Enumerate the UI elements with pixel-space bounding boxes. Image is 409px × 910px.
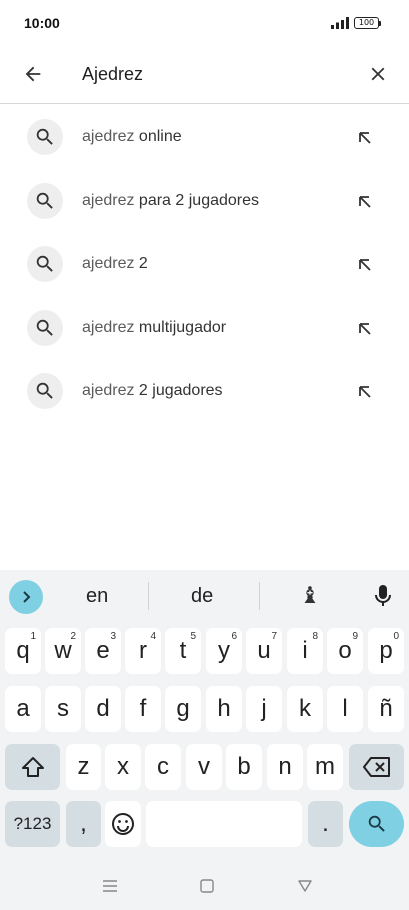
key-s[interactable]: s	[45, 686, 81, 732]
status-bar: 10:00 100	[0, 0, 409, 46]
key-k[interactable]: k	[287, 686, 323, 732]
battery-icon: 100	[354, 17, 381, 29]
search-input[interactable]	[82, 60, 342, 88]
search-icon	[27, 182, 63, 219]
suggestion-text: ajedrez multijugador	[82, 318, 227, 336]
emoji-icon	[112, 813, 134, 835]
period-key[interactable]: .	[308, 801, 343, 847]
chess-piece-emoji-suggestion[interactable]: ♝	[298, 582, 322, 610]
back-button[interactable]	[18, 59, 48, 89]
fill-query-arrow-icon[interactable]	[354, 191, 376, 213]
space-key[interactable]	[146, 801, 302, 847]
suggestion-text: ajedrez online	[82, 128, 182, 145]
key-w[interactable]: w2	[45, 628, 81, 674]
search-icon	[27, 309, 63, 346]
key-i[interactable]: i8	[287, 628, 323, 674]
fill-query-arrow-icon[interactable]	[354, 318, 376, 340]
chevron-right-icon	[23, 591, 31, 603]
key-o[interactable]: o9	[327, 628, 363, 674]
key-r[interactable]: r4	[125, 628, 161, 674]
key-p[interactable]: p0	[368, 628, 404, 674]
recents-button[interactable]	[96, 874, 124, 898]
search-icon	[368, 815, 385, 832]
microphone-button[interactable]	[371, 582, 395, 610]
search-icon	[27, 373, 63, 409]
shift-icon	[21, 757, 44, 777]
back-triangle-icon	[298, 880, 312, 892]
backspace-key[interactable]	[349, 744, 404, 790]
key-u[interactable]: u7	[246, 628, 282, 674]
arrow-back-icon	[25, 66, 41, 82]
symbols-key[interactable]: ?123	[5, 801, 60, 847]
keyboard: en de ♝ q1 w2 e3 r4 t5 y6 u7 i8 o9 p0 a …	[0, 570, 409, 910]
key-z[interactable]: z	[66, 744, 101, 790]
key-g[interactable]: g	[165, 686, 201, 732]
shift-key[interactable]	[5, 744, 60, 790]
key-e[interactable]: e3	[85, 628, 121, 674]
key-n[interactable]: n	[267, 744, 303, 790]
fill-query-arrow-icon[interactable]	[354, 381, 376, 403]
suggestion-text: ajedrez 2	[82, 255, 148, 272]
home-button[interactable]	[193, 874, 221, 898]
keyboard-suggestion-en[interactable]: en	[86, 585, 108, 608]
suggestion-item[interactable]: ajedrez para 2 jugadores	[0, 170, 409, 234]
key-h[interactable]: h	[206, 686, 242, 732]
suggestion-text: ajedrez para 2 jugadores	[82, 191, 260, 209]
close-icon	[371, 67, 385, 81]
suggestion-text: ajedrez 2 jugadores	[82, 382, 223, 399]
key-j[interactable]: j	[246, 686, 282, 732]
key-a[interactable]: a	[5, 686, 41, 732]
comma-key[interactable]: ,	[66, 801, 101, 847]
suggestion-list: ajedrez online ajedrez para 2 jugadores …	[0, 106, 409, 424]
key-l[interactable]: l	[327, 686, 363, 732]
suggestion-divider	[259, 582, 260, 610]
fill-query-arrow-icon[interactable]	[354, 127, 376, 149]
clear-search-button[interactable]	[363, 59, 393, 89]
key-t[interactable]: t5	[165, 628, 201, 674]
emoji-key[interactable]	[105, 801, 141, 847]
key-x[interactable]: x	[105, 744, 141, 790]
key-y[interactable]: y6	[206, 628, 242, 674]
suggestion-divider	[148, 582, 149, 610]
system-nav-bar	[0, 866, 409, 910]
key-d[interactable]: d	[85, 686, 121, 732]
search-icon	[27, 246, 63, 282]
backspace-icon	[362, 757, 390, 777]
key-m[interactable]: m	[307, 744, 343, 790]
search-submit-key[interactable]	[349, 801, 404, 847]
microphone-icon	[375, 585, 391, 606]
key-q[interactable]: q1	[5, 628, 41, 674]
home-icon	[200, 879, 214, 893]
key-v[interactable]: v	[186, 744, 222, 790]
expand-toolbar-button[interactable]	[9, 580, 43, 614]
key-enye[interactable]: ñ	[368, 686, 404, 732]
signal-icon	[331, 17, 349, 29]
fill-query-arrow-icon[interactable]	[354, 254, 376, 276]
menu-icon	[103, 880, 117, 892]
keyboard-suggestion-de[interactable]: de	[191, 585, 213, 608]
key-b[interactable]: b	[226, 744, 262, 790]
suggestion-item[interactable]: ajedrez online	[0, 106, 409, 170]
back-nav-button[interactable]	[291, 874, 319, 898]
key-c[interactable]: c	[145, 744, 181, 790]
suggestion-item[interactable]: ajedrez 2 jugadores	[0, 360, 409, 424]
suggestion-item[interactable]: ajedrez multijugador	[0, 297, 409, 361]
key-f[interactable]: f	[125, 686, 161, 732]
suggestion-item[interactable]: ajedrez 2	[0, 233, 409, 297]
search-icon	[27, 119, 63, 155]
search-header	[0, 46, 409, 104]
keyboard-toolbar: en de ♝	[0, 570, 409, 622]
status-time: 10:00	[24, 15, 60, 31]
